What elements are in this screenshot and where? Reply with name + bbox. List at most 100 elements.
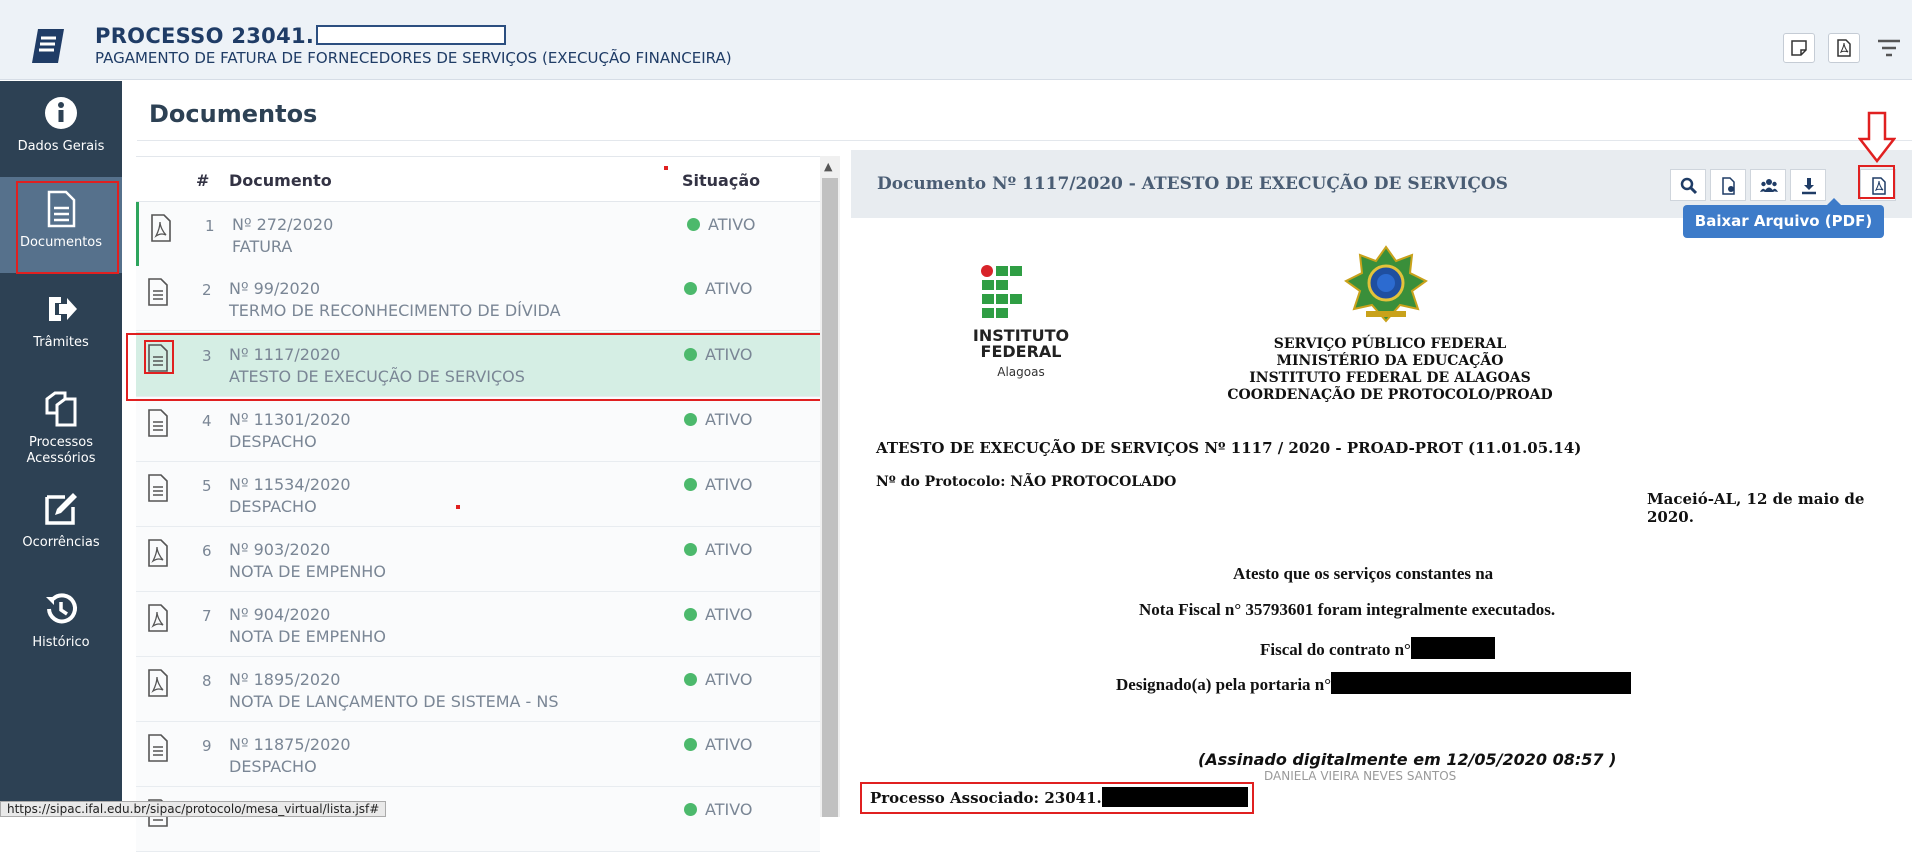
status-text: ATIVO	[708, 215, 756, 234]
document-number[interactable]: Nº 1895/2020	[229, 670, 340, 689]
status-text: ATIVO	[705, 605, 753, 624]
document-type: DESPACHO	[229, 432, 317, 451]
sidebar-item-ocorrencias[interactable]: Ocorrências	[0, 477, 122, 573]
sidebar-item-processos-acessorios[interactable]: Processos Acessórios	[0, 377, 122, 473]
table-row[interactable]: 2 Nº 99/2020 TERMO DE RECONHECIMENTO DE DÍ…	[136, 266, 820, 331]
users-icon	[1760, 179, 1778, 192]
view-file-button[interactable]	[1710, 169, 1746, 201]
status-dot-icon	[684, 413, 697, 426]
sidebar-item-documentos[interactable]: Documentos	[0, 177, 122, 274]
status-badge: ATIVO	[684, 410, 752, 429]
document-type: NOTA DE EMPENHO	[229, 562, 386, 581]
document-number[interactable]: Nº 11875/2020	[229, 735, 351, 754]
column-header-document: Documento	[229, 171, 332, 190]
document-number[interactable]: Nº 99/2020	[229, 279, 320, 298]
pdf-file-icon[interactable]	[146, 669, 170, 697]
table-row[interactable]: 9 Nº 11875/2020 DESPACHO ATIVO	[136, 722, 820, 787]
table-row[interactable]: 6 Nº 903/2020 NOTA DE EMPENHO ATIVO	[136, 527, 820, 592]
government-header: SERVIÇO PÚBLICO FEDERAL MINISTÉRIO DA ED…	[1190, 336, 1590, 404]
documents-table: # Documento Situação 1 Nº 272/2020 FATURA A…	[136, 156, 820, 852]
marker-dot	[664, 166, 668, 170]
sidebar-item-label: Ocorrências	[22, 535, 100, 550]
institution-campus: Alagoas	[997, 365, 1045, 379]
text-file-icon[interactable]	[146, 409, 170, 437]
body-text: Designado(a) pela portaria n°	[1116, 675, 1332, 694]
info-icon	[45, 97, 77, 129]
government-header-line: SERVIÇO PÚBLICO FEDERAL	[1273, 336, 1507, 352]
table-row[interactable]: 4 Nº 11301/2020 DESPACHO ATIVO	[136, 397, 820, 462]
process-subtitle: PAGAMENTO DE FATURA DE FORNECEDORES DE S…	[95, 49, 732, 67]
search-button[interactable]	[1670, 169, 1706, 201]
table-row[interactable]: ATIVO	[136, 787, 820, 852]
document-type: TERMO DE RECONHECIMENTO DE DÍVIDA	[229, 301, 561, 320]
table-row[interactable]: 8 Nº 1895/2020 NOTA DE LANÇAMENTO DE SISTE…	[136, 657, 820, 722]
body-line: Atesto que os serviços constantes na	[1233, 564, 1494, 583]
pdf-file-icon[interactable]	[149, 214, 173, 242]
redacted-field	[1101, 787, 1248, 807]
body-line: Fiscal do contrato n°	[1260, 637, 1495, 660]
status-dot-icon	[684, 673, 697, 686]
text-file-icon[interactable]	[146, 734, 170, 762]
status-text: ATIVO	[705, 475, 753, 494]
document-number[interactable]: Nº 11301/2020	[229, 410, 351, 429]
sidebar: Dados Gerais Documentos Trâmites Process…	[0, 81, 122, 817]
pdf-file-icon[interactable]	[146, 539, 170, 567]
selected-icon-highlight	[144, 340, 174, 374]
header-pdf-button[interactable]	[1828, 33, 1860, 63]
row-number: 8	[202, 672, 212, 690]
column-header-status: Situação	[682, 171, 761, 190]
text-file-icon[interactable]	[146, 474, 170, 502]
body-line: Designado(a) pela portaria n°	[1116, 672, 1632, 695]
sticky-note-button[interactable]	[1783, 33, 1815, 63]
table-row[interactable]: 7 Nº 904/2020 NOTA DE EMPENHO ATIVO	[136, 592, 820, 657]
document-date: Maceió-AL, 12 de maio de 2020.	[1647, 490, 1865, 526]
section-title: Documentos	[149, 100, 318, 128]
scrollbar-thumb[interactable]	[822, 178, 838, 817]
status-badge: ATIVO	[687, 215, 755, 234]
edit-icon	[45, 493, 77, 525]
sidebar-item-historico[interactable]: Histórico	[0, 577, 122, 673]
document-type: DESPACHO	[229, 757, 317, 776]
sign-out-icon	[49, 297, 77, 321]
column-header-number: #	[196, 171, 210, 190]
process-header: PROCESSO 23041. PAGAMENTO DE FATURA DE F…	[0, 0, 1912, 80]
note-icon	[1791, 40, 1807, 56]
document-number[interactable]: Nº 904/2020	[229, 605, 330, 624]
document-number[interactable]: Nº 903/2020	[229, 540, 330, 559]
redacted-field	[1410, 637, 1495, 659]
process-title: PROCESSO 23041.	[95, 24, 507, 48]
copy-icon	[45, 391, 77, 427]
scroll-up-arrow-icon[interactable]: ▲	[824, 160, 832, 173]
row-number: 9	[202, 737, 212, 755]
sidebar-item-label: Dados Gerais	[17, 139, 105, 154]
redacted-field	[316, 25, 507, 45]
document-number[interactable]: Nº 11534/2020	[229, 475, 351, 494]
document-type: FATURA	[232, 237, 293, 256]
status-dot-icon	[684, 282, 697, 295]
document-heading: ATESTO DE EXECUÇÃO DE SERVIÇOS Nº 1117 /…	[876, 439, 1582, 457]
sidebar-item-label: Processos Acessórios	[26, 435, 96, 466]
sidebar-item-dados-gerais[interactable]: Dados Gerais	[0, 81, 122, 177]
pdf-file-icon[interactable]	[146, 604, 170, 632]
history-icon	[46, 593, 77, 624]
text-file-icon[interactable]	[146, 278, 170, 306]
status-text: ATIVO	[705, 410, 753, 429]
sidebar-item-label: Trâmites	[33, 335, 89, 350]
document-number[interactable]: Nº 272/2020	[232, 215, 333, 234]
associated-process: Processo Associado: 23041.	[860, 782, 1254, 814]
sidebar-item-label: Documentos	[19, 235, 103, 250]
download-icon	[1802, 178, 1816, 195]
protocol-number: Nº do Protocolo: NÃO PROTOCOLADO	[876, 474, 1177, 490]
status-badge: ATIVO	[684, 605, 752, 624]
document-type: DESPACHO	[229, 497, 317, 516]
row-number: 4	[202, 412, 212, 430]
table-row[interactable]: 1 Nº 272/2020 FATURA ATIVO	[136, 202, 820, 267]
status-dot-icon	[687, 218, 700, 231]
filter-icon[interactable]	[1876, 37, 1902, 59]
status-text: ATIVO	[705, 670, 753, 689]
signers-button[interactable]	[1750, 169, 1786, 201]
download-button[interactable]	[1790, 169, 1826, 201]
sidebar-item-tramites[interactable]: Trâmites	[0, 277, 122, 373]
table-row[interactable]: 5 Nº 11534/2020 DESPACHO ATIVO	[136, 462, 820, 527]
row-number: 1	[205, 217, 215, 235]
